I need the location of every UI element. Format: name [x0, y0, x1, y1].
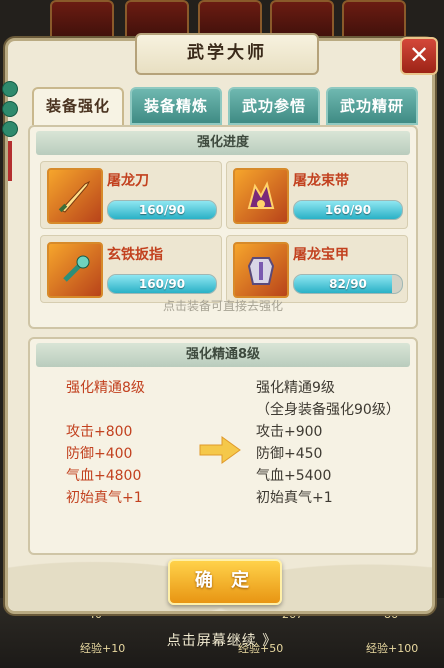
confirm-button[interactable]: 确 定	[168, 559, 282, 605]
next-level-requirement: （全身装备强化90级）	[256, 402, 400, 418]
enhance-progress-bar: 160/90	[293, 200, 403, 220]
progress-value: 160/90	[138, 277, 186, 291]
tab-bar: 装备强化 装备精炼 武功参悟 武功精研	[32, 87, 418, 125]
belt-icon	[233, 168, 289, 224]
next-stat: 防御+450	[256, 446, 323, 462]
equip-name: 屠龙宝甲	[293, 247, 349, 263]
current-stat: 防御+400	[66, 446, 133, 462]
jade-ornament-icon	[2, 81, 18, 191]
ring-icon	[47, 242, 103, 298]
progress-value: 160/90	[324, 203, 372, 217]
tap-to-continue[interactable]: 点击屏幕继续 》	[0, 630, 444, 650]
progress-header: 强化进度	[36, 131, 410, 155]
tab-equip-refine[interactable]: 装备精炼	[130, 87, 222, 125]
armor-icon	[233, 242, 289, 298]
progress-value: 160/90	[138, 203, 186, 217]
upgrade-arrow-icon	[199, 436, 241, 464]
blade-icon	[47, 168, 103, 224]
next-stat: 气血+5400	[256, 468, 332, 484]
next-stat: 初始真气+1	[256, 490, 333, 506]
next-level-title: 强化精通9级	[256, 380, 335, 396]
enhance-progress-bar: 160/90	[107, 274, 217, 294]
dialog-title: 武学大师	[135, 33, 319, 75]
enhance-hint: 点击装备可直接去强化	[162, 299, 283, 313]
current-stat: 攻击+800	[66, 424, 133, 440]
equip-item-blade[interactable]: 屠龙刀 160/90	[40, 161, 222, 229]
equip-item-ring[interactable]: 玄铁扳指 160/90	[40, 235, 222, 303]
equip-item-belt[interactable]: 屠龙束带 160/90	[226, 161, 408, 229]
equip-name: 屠龙刀	[107, 173, 149, 189]
progress-value: 82/90	[329, 277, 367, 291]
tab-skill-research[interactable]: 武功精研	[326, 87, 418, 125]
close-button[interactable]: ✕	[400, 37, 438, 75]
enhance-progress-bar: 82/90	[293, 274, 403, 294]
martial-master-dialog: 武学大师 ✕ 装备强化 装备精炼 武功参悟 武功精研 强化进度 屠龙刀 160/…	[2, 33, 438, 614]
enhance-progress-bar: 160/90	[107, 200, 217, 220]
equip-item-armor[interactable]: 屠龙宝甲 82/90	[226, 235, 408, 303]
current-stat: 初始真气+1	[66, 490, 143, 506]
tab-equip-enhance[interactable]: 装备强化	[32, 87, 124, 125]
tab-skill-insight[interactable]: 武功参悟	[228, 87, 320, 125]
current-stat: 气血+4800	[66, 468, 142, 484]
next-level-column: 强化精通9级 （全身装备强化90级） 攻击+900 防御+450 气血+5400…	[256, 377, 400, 509]
current-level-title: 强化精通8级	[66, 380, 145, 396]
current-level-column: 强化精通8级 攻击+800 防御+400 气血+4800 初始真气+1	[66, 377, 145, 509]
equip-name: 屠龙束带	[293, 173, 349, 189]
mastery-header: 强化精通8级	[36, 343, 410, 367]
equip-name: 玄铁扳指	[107, 247, 163, 263]
enhance-progress-panel: 强化进度 屠龙刀 160/90 屠龙束带 160/90 玄铁扳指 160/90 …	[28, 125, 418, 329]
next-stat: 攻击+900	[256, 424, 323, 440]
mastery-panel: 强化精通8级 强化精通8级 攻击+800 防御+400 气血+4800 初始真气…	[28, 337, 418, 555]
